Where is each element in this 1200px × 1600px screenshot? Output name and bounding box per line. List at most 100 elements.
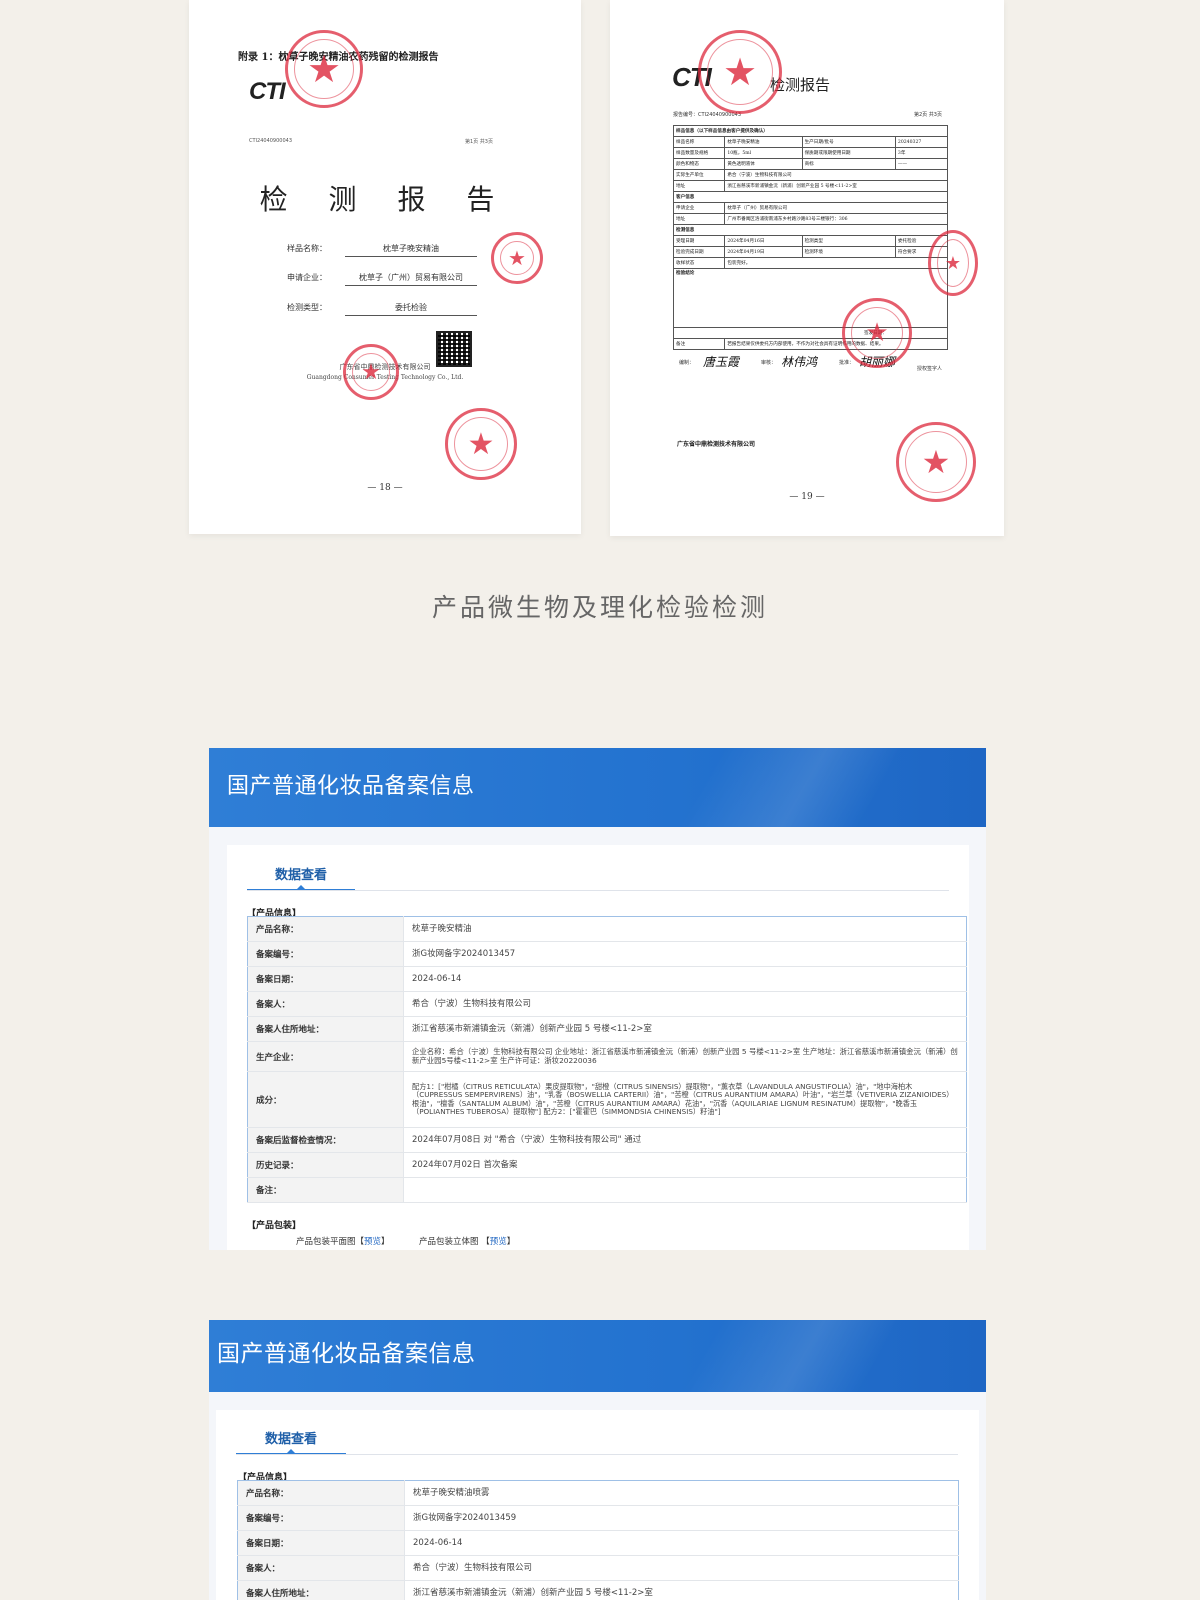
cell: 20240327: [894, 136, 949, 148]
remarks-label: 备注: [672, 338, 726, 350]
row-key: 备案日期：: [247, 966, 404, 992]
table-row: 地址 广州市番禺区洛浦街南浦东乡村路沙路83号三楼银行：306: [672, 213, 948, 225]
cell: 地址: [672, 180, 726, 192]
product-info-table: 产品名称： 枕草子晚安精油喷雾 备案编号： 浙G妆网备字2024013459 备案日…: [237, 1480, 959, 1600]
red-seal-stamp: ★: [896, 422, 976, 502]
red-seal-stamp: ★: [343, 344, 399, 400]
sign-label: 编制：: [679, 360, 695, 366]
red-seal-stamp: ★: [842, 298, 912, 368]
row-value: 配方1：["柑橘（CITRUS RETICULATA）果皮提取物"，"甜橙（CI…: [403, 1071, 967, 1128]
signature-row: 编制： 唐玉霞 审核： 林伟鸿 批准： 胡丽娜 授权签字人: [673, 351, 948, 375]
row-value: 2024-06-14: [404, 1530, 959, 1556]
table-row: 成分： 配方1：["柑橘（CITRUS RETICULATA）果皮提取物"，"甜橙…: [247, 1071, 967, 1128]
cell: 广州市番禺区洛浦街南浦东乡村路沙路83号三楼银行：306: [724, 213, 948, 225]
table-row: 产品名称： 枕草子晚安精油喷雾: [237, 1480, 959, 1506]
cell: 10瓶，5ml: [724, 147, 803, 159]
cell: 申请企业: [672, 202, 726, 214]
row-key: 备案人住所地址：: [247, 1016, 404, 1042]
product-info-table: 产品名称： 枕草子晚安精油 备案编号： 浙G妆网备字2024013457 备案日期：…: [247, 916, 967, 1203]
preview-link[interactable]: 预览: [490, 1237, 507, 1247]
table-row: 备案后监督检查情况： 2024年07月08日 对 "希合（宁波）生物科技有限公司"…: [247, 1127, 967, 1153]
cell: 受理日期: [672, 235, 726, 247]
page-number: — 18 —: [367, 483, 403, 493]
record-card: 数据查看 【产品信息】 产品名称： 枕草子晚安精油 备案编号： 浙G妆网备字2024…: [227, 845, 969, 1250]
row-key: 备案人：: [237, 1555, 405, 1581]
preview-link[interactable]: 预览: [364, 1237, 381, 1247]
table-row: 历史记录： 2024年07月02日 首次备案: [247, 1152, 967, 1178]
sample-name-label: 样品名称：: [287, 244, 327, 253]
cell: 检测类型: [801, 235, 896, 247]
cell: 3年: [894, 147, 949, 159]
row-value: 企业名称：希合（宁波）生物科技有限公司 企业地址：浙江省慈溪市新浦镇金沅（新浦）…: [403, 1041, 967, 1072]
row-key: 产品名称：: [237, 1480, 405, 1506]
row-value: 浙江省慈溪市新浦镇金沅（新浦）创新产业园 5 号楼<11-2>室: [404, 1580, 959, 1600]
test-type-label: 检测类型：: [287, 303, 327, 312]
tab-data-view[interactable]: 数据查看: [265, 1428, 317, 1447]
red-seal-stamp: ★: [928, 230, 978, 296]
table-row: 备案人住所地址： 浙江省慈溪市新浦镇金沅（新浦）创新产业园 5 号楼<11-2>室: [247, 1016, 967, 1042]
tab-data-view[interactable]: 数据查看: [275, 864, 327, 883]
red-seal-stamp: ★: [285, 30, 363, 108]
row-key: 备案人住所地址：: [237, 1580, 405, 1600]
cell: 检测环境: [801, 246, 896, 258]
row-value: 2024年07月02日 首次备案: [403, 1152, 967, 1178]
report-page-18: 附录 1：枕草子晚安精油农药残留的检测报告 CTI CTI24040900043…: [189, 0, 581, 534]
row-key: 成分：: [247, 1071, 404, 1128]
cell: 生产日期/批号: [801, 136, 896, 148]
cell: 保质期或限期使用日期: [801, 147, 896, 159]
row-value: 枕草子晚安精油喷雾: [404, 1480, 959, 1506]
cell: 包装完好。: [724, 257, 948, 269]
cell: 检验完成日期: [672, 246, 726, 258]
sign-label: 批准：: [839, 360, 855, 366]
table-row: 备案编号： 浙G妆网备字2024013457: [247, 941, 967, 967]
table-row: 实际生产单位 希合（宁波）生物科技有限公司: [672, 169, 948, 181]
applicant-label: 申请企业：: [287, 273, 327, 282]
red-seal-stamp: ★: [445, 408, 517, 480]
table-row: 备注：: [247, 1177, 967, 1203]
cell: 枕草子晚安精油: [724, 136, 803, 148]
row-key: 备案编号：: [237, 1505, 405, 1531]
sign-label: 审核：: [761, 360, 777, 366]
cell: 地址: [672, 213, 726, 225]
footer-org: 广东省中鼎检测技术有限公司: [677, 441, 756, 448]
sample-name-value: 枕草子晚安精油: [345, 243, 477, 257]
cell: 收样状态: [672, 257, 726, 269]
table-row: 生产企业： 企业名称：希合（宁波）生物科技有限公司 企业地址：浙江省慈溪市新浦镇金…: [247, 1041, 967, 1072]
cell: 2024年04月16日: [724, 235, 803, 247]
package-flat-label: 产品包装平面图: [296, 1237, 356, 1247]
cell: 枕草子（广州）贸易有限公司: [724, 202, 948, 214]
row-key: 历史记录：: [247, 1152, 404, 1178]
sample-name-row: 样品名称： 枕草子晚安精油: [287, 243, 477, 257]
table-row: 检验完成日期 2024年04月19日 检测环境 符合要求: [672, 246, 949, 258]
page-number: — 19 —: [789, 492, 825, 502]
table-row: 备案日期： 2024-06-14: [237, 1530, 959, 1556]
red-seal-stamp: ★: [698, 30, 782, 114]
report-number: CTI24040900043: [249, 138, 293, 144]
row-value: 希合（宁波）生物科技有限公司: [404, 1555, 959, 1581]
table-row: 产品名称： 枕草子晚安精油: [247, 916, 967, 942]
row-value: 浙G妆网备字2024013457: [403, 941, 967, 967]
row-key: 产品名称：: [247, 916, 404, 942]
table-row: 备案日期： 2024-06-14: [247, 966, 967, 992]
cell: 浙江省慈溪市新浦镇金沅（新浦）创新产业园 5 号楼<11-2>室: [724, 180, 948, 192]
signature: 林伟鸿: [781, 355, 818, 369]
cell: 颜色和物态: [672, 158, 726, 170]
row-value: 2024-06-14: [403, 966, 967, 992]
table-row: 备案人： 希合（宁波）生物科技有限公司: [237, 1555, 959, 1581]
report-page-19: CTI 检测报告 报告编号：CTI24040900043 第2页 共3页 样品信…: [610, 0, 1004, 536]
table-row: 收样状态 包装完好。: [672, 257, 948, 269]
record-header: 国产普通化妆品备案信息: [209, 1320, 986, 1392]
table-row: 申请企业 枕草子（广州）贸易有限公司: [672, 202, 948, 214]
applicant-value: 枕草子（广州）贸易有限公司: [345, 272, 477, 286]
record-header: 国产普通化妆品备案信息: [209, 748, 986, 827]
row-key: 备注：: [247, 1177, 404, 1203]
row-value: 浙江省慈溪市新浦镇金沅（新浦）创新产业园 5 号楼<11-2>室: [403, 1016, 967, 1042]
row-value: 枕草子晚安精油: [403, 916, 967, 942]
record-header-title: 国产普通化妆品备案信息: [217, 1341, 476, 1367]
applicant-row: 申请企业： 枕草子（广州）贸易有限公司: [287, 272, 477, 286]
red-seal-stamp: ★: [491, 232, 543, 284]
section-product-package: 【产品包装】: [247, 1221, 302, 1231]
cell: 样品数量及规格: [672, 147, 726, 159]
client-section-header: 客户信息: [673, 191, 948, 203]
row-value: 浙G妆网备字2024013459: [404, 1505, 959, 1531]
